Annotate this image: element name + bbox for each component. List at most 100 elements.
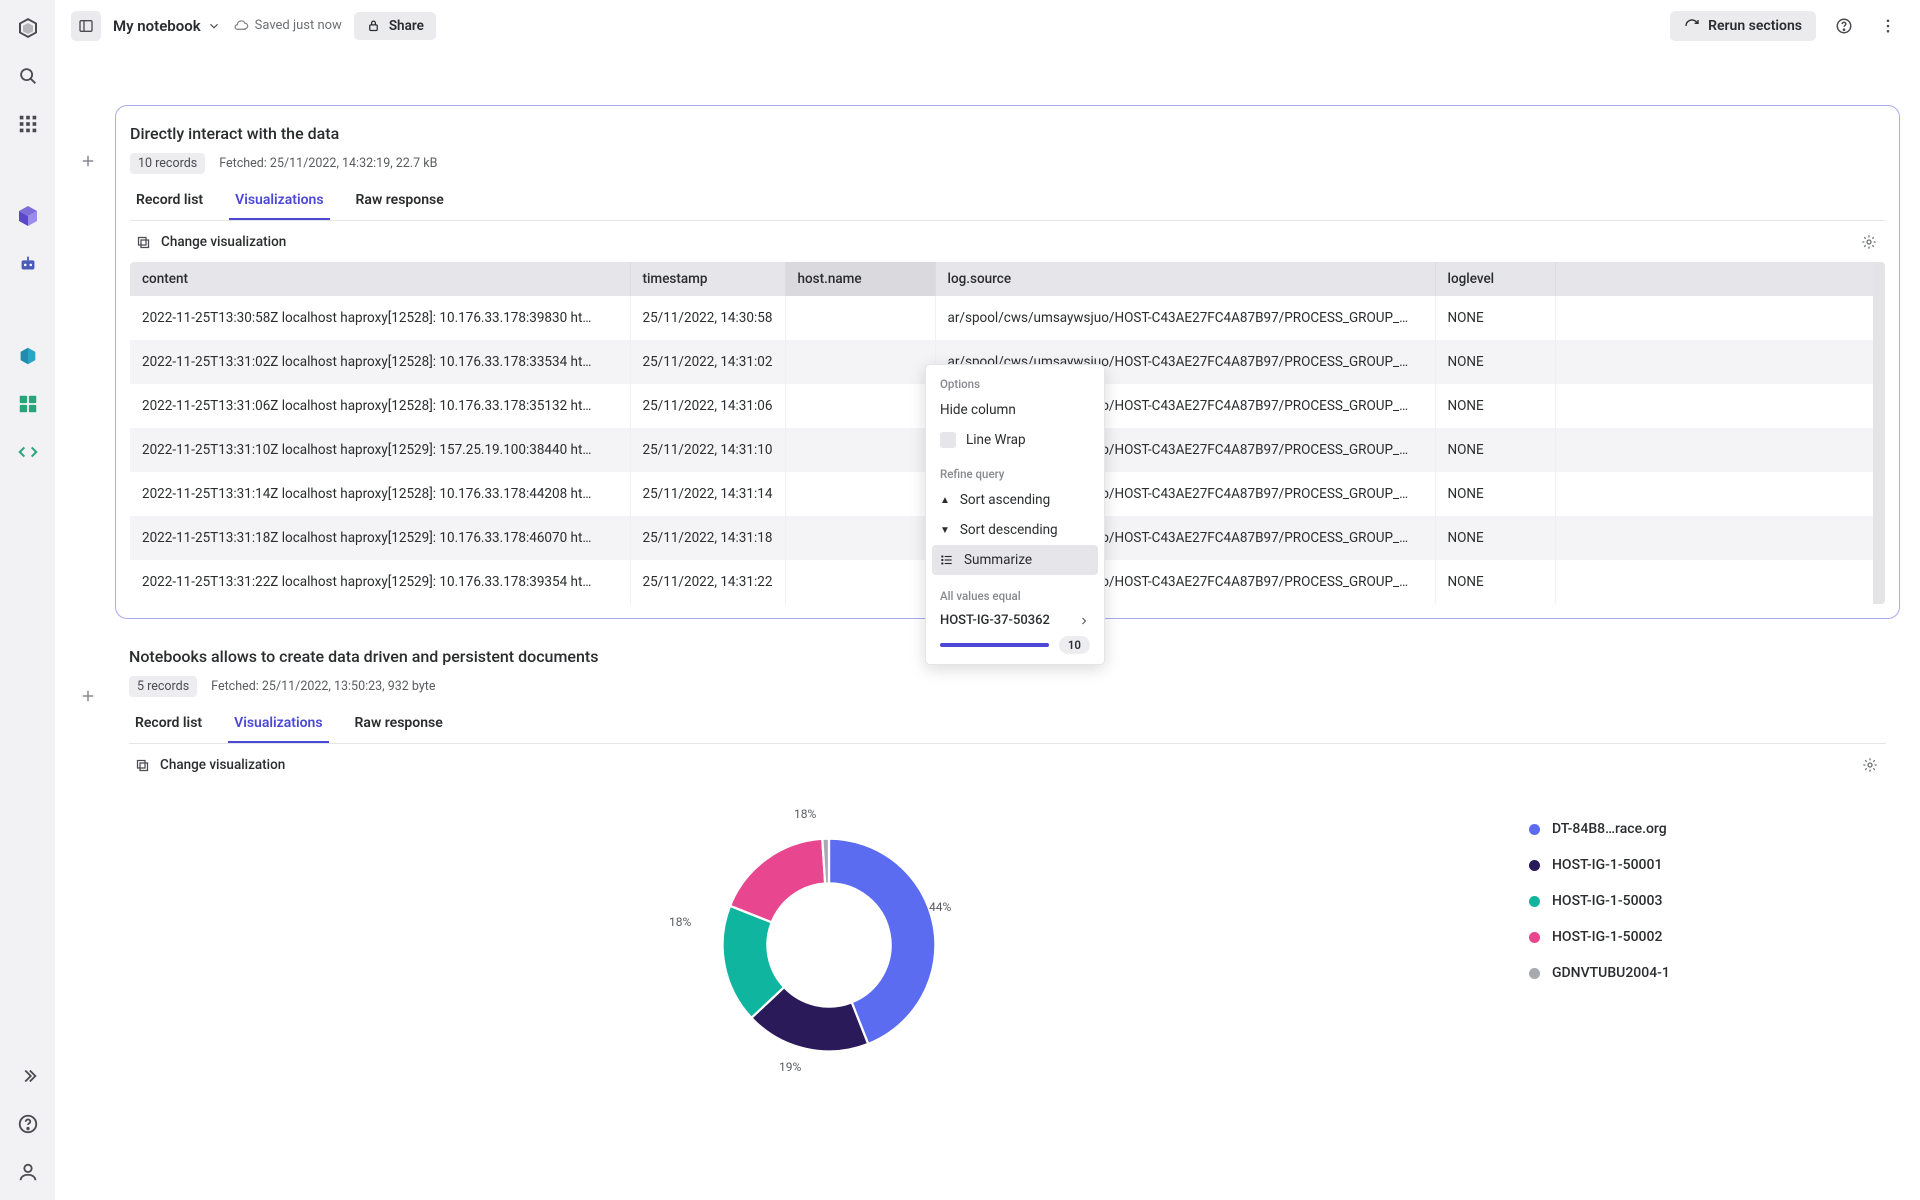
menu-summarize[interactable]: Summarize	[932, 545, 1098, 575]
col-header-hostname[interactable]: host.name	[785, 262, 935, 296]
col-header-timestamp[interactable]: timestamp	[630, 262, 785, 296]
tab-record-list[interactable]: Record list	[130, 184, 209, 220]
layers-icon	[136, 235, 151, 250]
table-cell: NONE	[1435, 560, 1555, 604]
tab-raw-response[interactable]: Raw response	[350, 184, 450, 220]
legend-dot-icon	[1529, 968, 1540, 979]
cube-icon[interactable]	[14, 202, 42, 230]
layers-icon	[135, 758, 150, 773]
col-header-content[interactable]: content	[130, 262, 630, 296]
section-tabs: Record list Visualizations Raw response	[130, 184, 1885, 221]
legend-item[interactable]: DT-84B8…race.org	[1529, 811, 1886, 847]
left-nav-rail	[0, 0, 55, 1200]
gear-icon	[1862, 757, 1878, 773]
table-cell	[1555, 560, 1873, 604]
table-cell: 2022-11-25T13:30:58Z localhost haproxy[1…	[130, 296, 630, 340]
tab-record-list[interactable]: Record list	[129, 707, 208, 743]
distribution-count: 10	[1059, 636, 1090, 654]
table-cell: 2022-11-25T13:31:14Z localhost haproxy[1…	[130, 472, 630, 516]
table-cell: 25/11/2022, 14:31:22	[630, 560, 785, 604]
grid-green-icon[interactable]	[14, 390, 42, 418]
add-section-button[interactable]	[75, 148, 101, 174]
section-title: Directly interact with the data	[130, 124, 1885, 143]
table-cell	[785, 560, 935, 604]
search-icon[interactable]	[14, 62, 42, 90]
legend-label: DT-84B8…race.org	[1552, 821, 1667, 837]
table-cell: NONE	[1435, 516, 1555, 560]
table-cell	[1555, 340, 1873, 384]
change-visualization-button[interactable]: Change visualization	[129, 744, 285, 785]
col-header-loglevel[interactable]: loglevel	[1435, 262, 1555, 296]
legend-label: HOST-IG-1-50002	[1552, 929, 1662, 945]
apps-grid-icon[interactable]	[14, 110, 42, 138]
legend-label: GDNVTUBU2004-1	[1552, 965, 1670, 981]
table-cell: NONE	[1435, 428, 1555, 472]
table-cell	[1555, 428, 1873, 472]
col-header-logsource[interactable]: log.source	[935, 262, 1435, 296]
list-icon	[940, 553, 954, 567]
records-count-pill: 5 records	[129, 676, 197, 697]
robot-icon[interactable]	[14, 250, 42, 278]
table-cell	[785, 340, 935, 384]
tab-visualizations[interactable]: Visualizations	[229, 184, 329, 220]
table-cell: 2022-11-25T13:31:06Z localhost haproxy[1…	[130, 384, 630, 428]
table-cell	[785, 296, 935, 340]
notebook-name-dropdown[interactable]: My notebook	[113, 17, 221, 35]
table-cell: NONE	[1435, 384, 1555, 428]
logo-icon[interactable]	[14, 14, 42, 42]
legend-item[interactable]: HOST-IG-1-50001	[1529, 847, 1886, 883]
slice-label: 18%	[669, 915, 691, 929]
code-icon[interactable]	[14, 438, 42, 466]
triangle-up-icon: ▲	[940, 495, 950, 506]
table-cell: ar/spool/cws/umsaywsjuo/HOST-C43AE27FC4A…	[935, 296, 1435, 340]
tab-visualizations[interactable]: Visualizations	[228, 707, 328, 743]
tab-raw-response[interactable]: Raw response	[349, 707, 449, 743]
table-cell: 25/11/2022, 14:31:18	[630, 516, 785, 560]
table-cell	[1555, 384, 1873, 428]
section-card-2: Notebooks allows to create data driven a…	[115, 647, 1900, 1105]
chevron-right-icon	[1078, 615, 1090, 627]
expand-sidebar-icon[interactable]	[14, 1062, 42, 1090]
lock-icon	[366, 18, 381, 33]
col-header-empty[interactable]	[1555, 262, 1873, 296]
table-cell: NONE	[1435, 472, 1555, 516]
table-cell: 25/11/2022, 14:31:14	[630, 472, 785, 516]
menu-sort-ascending[interactable]: ▲ Sort ascending	[926, 485, 1104, 515]
add-section-button[interactable]	[75, 683, 101, 709]
refresh-icon	[1684, 18, 1700, 34]
legend-item[interactable]: GDNVTUBU2004-1	[1529, 955, 1886, 991]
box-teal-icon[interactable]	[14, 342, 42, 370]
table-cell	[785, 384, 935, 428]
rerun-sections-button[interactable]: Rerun sections	[1670, 11, 1816, 41]
user-icon[interactable]	[14, 1158, 42, 1186]
menu-hide-column[interactable]: Hide column	[926, 395, 1104, 425]
section-tabs: Record list Visualizations Raw response	[129, 707, 1886, 744]
menu-value-row[interactable]: HOST-IG-37-50362	[926, 607, 1104, 630]
fetched-meta: Fetched: 25/11/2022, 14:32:19, 22.7 kB	[219, 156, 437, 171]
more-vertical-icon[interactable]	[1872, 10, 1904, 42]
menu-header-options: Options	[926, 371, 1104, 395]
table-row[interactable]: 2022-11-25T13:30:58Z localhost haproxy[1…	[130, 296, 1873, 340]
table-cell: NONE	[1435, 340, 1555, 384]
table-cell: 25/11/2022, 14:31:02	[630, 340, 785, 384]
change-visualization-button[interactable]: Change visualization	[130, 221, 286, 262]
menu-sort-descending[interactable]: ▼ Sort descending	[926, 515, 1104, 545]
table-cell: 25/11/2022, 14:30:58	[630, 296, 785, 340]
legend-label: HOST-IG-1-50001	[1552, 857, 1662, 873]
help-circle-icon[interactable]	[1828, 10, 1860, 42]
legend-item[interactable]: HOST-IG-1-50002	[1529, 919, 1886, 955]
menu-line-wrap[interactable]: Line Wrap	[926, 425, 1104, 455]
table-cell	[785, 516, 935, 560]
table-cell: 2022-11-25T13:31:02Z localhost haproxy[1…	[130, 340, 630, 384]
share-button[interactable]: Share	[354, 12, 436, 40]
table-cell	[1555, 296, 1873, 340]
legend-dot-icon	[1529, 932, 1540, 943]
dock-panel-button[interactable]	[71, 11, 101, 41]
legend-item[interactable]: HOST-IG-1-50003	[1529, 883, 1886, 919]
menu-header-allvalues: All values equal	[926, 583, 1104, 607]
fetched-meta: Fetched: 25/11/2022, 13:50:23, 932 byte	[211, 679, 435, 694]
viz-settings-button[interactable]	[1862, 757, 1886, 773]
notebook-name: My notebook	[113, 17, 201, 35]
help-icon[interactable]	[14, 1110, 42, 1138]
viz-settings-button[interactable]	[1861, 234, 1885, 250]
